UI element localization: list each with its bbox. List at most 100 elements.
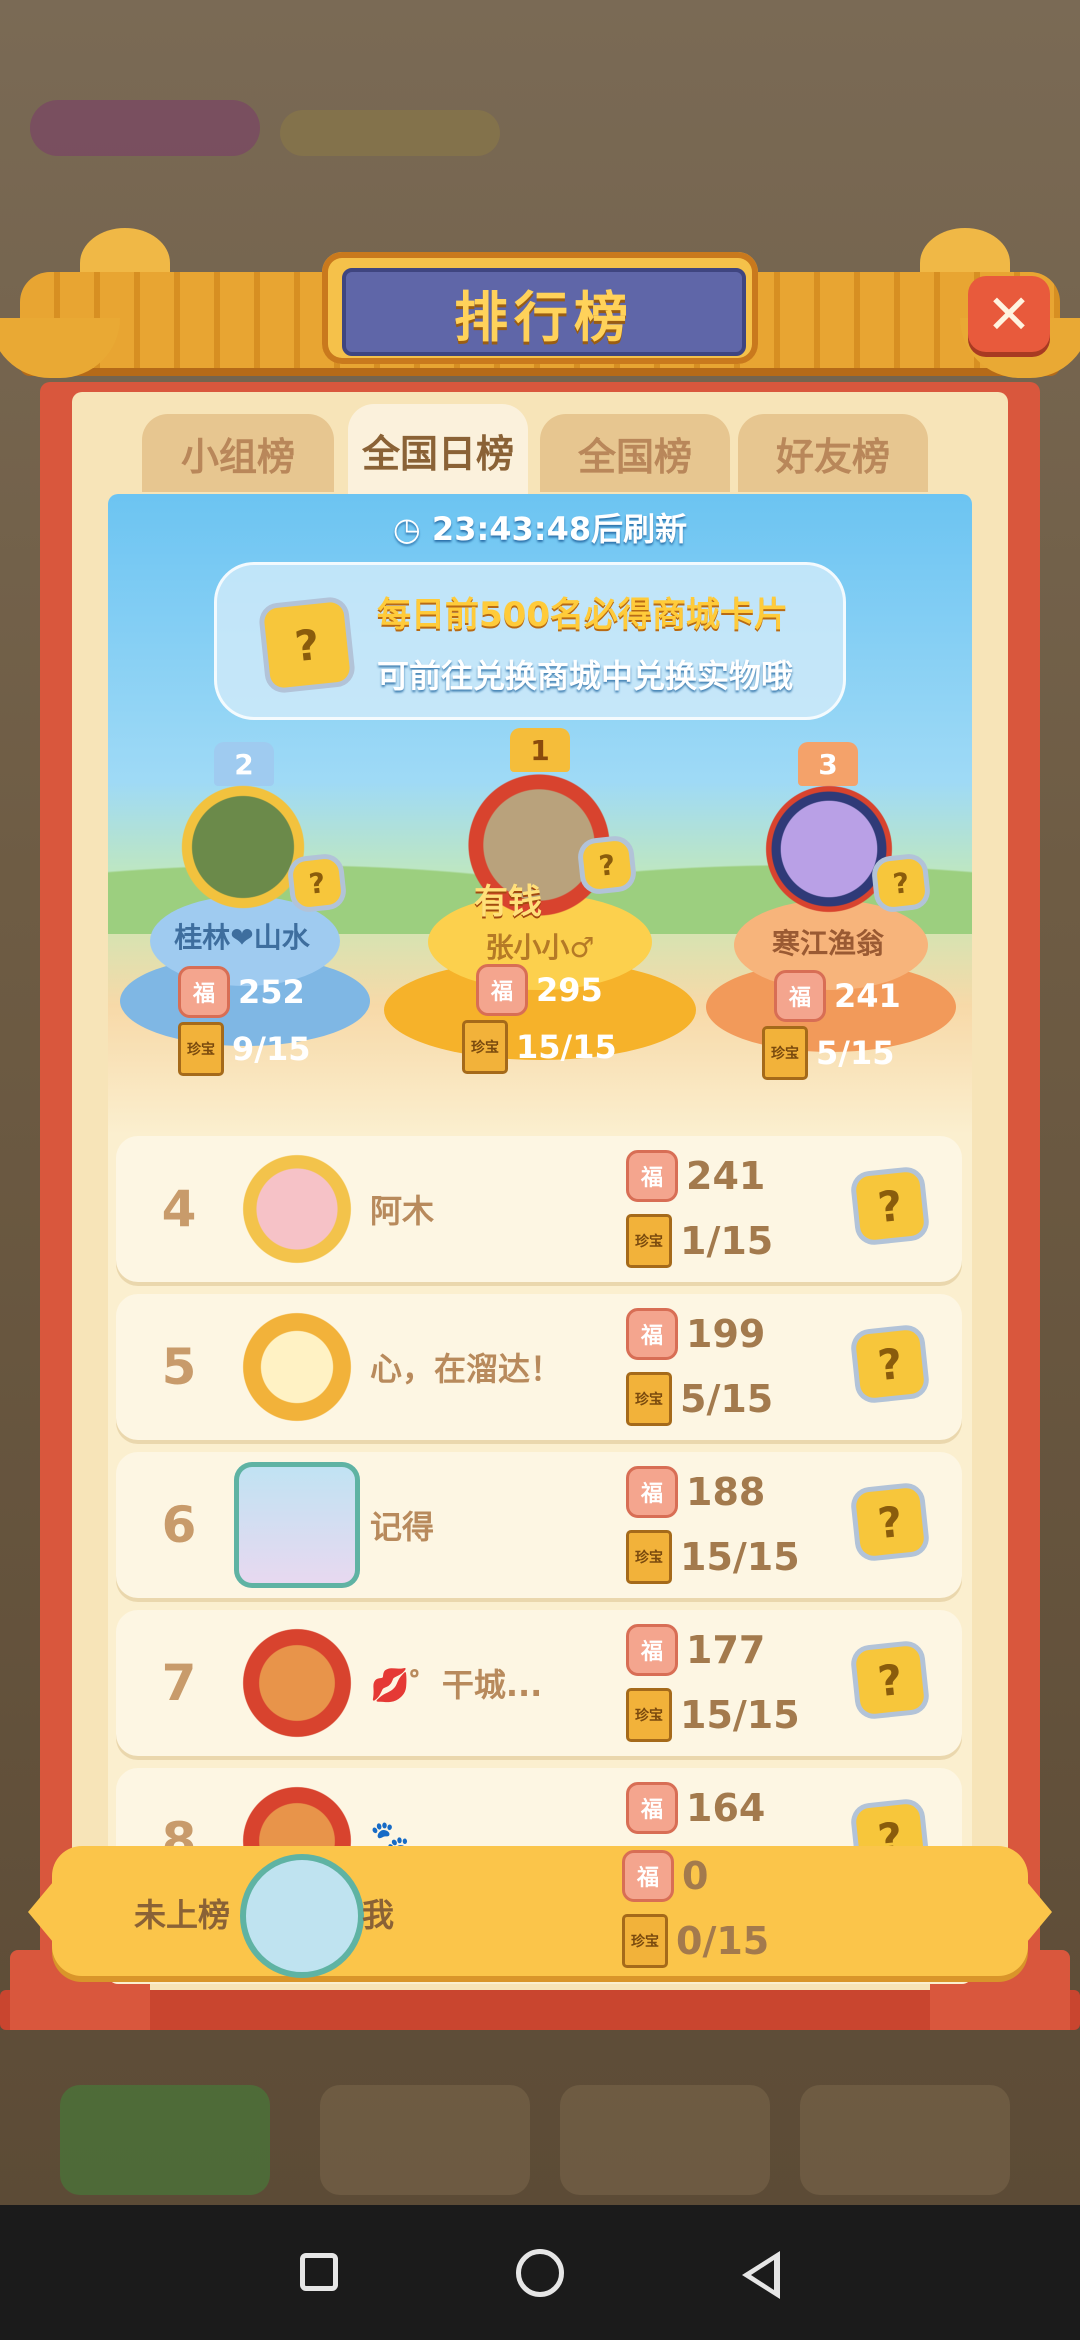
clock-icon: ◷ bbox=[392, 510, 432, 548]
fu-icon: 福 bbox=[626, 1624, 678, 1676]
notice-line-2: 可前往兑换商城中兑换实物哦 bbox=[377, 657, 794, 695]
rank-number: 5 bbox=[161, 1338, 197, 1396]
tab-label: 小组榜 bbox=[180, 434, 295, 479]
table-row[interactable]: 4 阿木 福 241 珍宝 1/15 ? bbox=[116, 1136, 962, 1282]
tab-label: 好友榜 bbox=[775, 434, 890, 479]
reward-notice: ? 每日前500名必得商城卡片 可前往兑换商城中兑换实物哦 bbox=[214, 562, 846, 720]
tab-label: 全国日榜 bbox=[361, 431, 514, 476]
card-progress: 珍宝 5/15 bbox=[762, 1026, 894, 1080]
close-icon: ✕ bbox=[986, 282, 1032, 346]
fu-score: 福 177 bbox=[626, 1624, 765, 1676]
podium-first[interactable]: 1 ? 有钱 张小小♂ 福 295 珍宝 15/15 bbox=[384, 714, 696, 1134]
rank-number: 6 bbox=[161, 1496, 197, 1554]
fu-icon: 福 bbox=[626, 1150, 678, 1202]
book-icon: 珍宝 bbox=[626, 1530, 672, 1584]
puzzle-card-icon[interactable]: ? bbox=[854, 1644, 926, 1716]
card-progress: 珍宝 15/15 bbox=[626, 1530, 800, 1584]
tab-national-daily[interactable]: 全国日榜 bbox=[348, 404, 528, 496]
book-icon: 珍宝 bbox=[626, 1214, 672, 1268]
system-nav-bar bbox=[0, 2205, 1080, 2340]
leaderboard-content[interactable]: ◷ 23:43:48后刷新 ? 每日前500名必得商城卡片 可前往兑换商城中兑换… bbox=[108, 494, 972, 1984]
fu-score: 福0 bbox=[622, 1850, 708, 1902]
podium-third[interactable]: 3 ? 寒江渔翁 福 241 珍宝 5/15 bbox=[698, 734, 972, 1134]
recents-button[interactable] bbox=[300, 2253, 338, 2291]
tab-group[interactable]: 小组榜 bbox=[142, 414, 334, 492]
card-progress: 珍宝 15/15 bbox=[462, 1020, 617, 1074]
fu-value: 177 bbox=[686, 1628, 766, 1672]
arrow-left-decoration bbox=[28, 1876, 58, 1948]
puzzle-card-icon[interactable]: ? bbox=[854, 1328, 926, 1400]
refresh-time: 23:43:48 bbox=[431, 510, 592, 548]
home-button[interactable] bbox=[516, 2249, 564, 2297]
fu-score: 福 199 bbox=[626, 1308, 765, 1360]
bg-bottom-button bbox=[60, 2085, 270, 2195]
book-icon: 珍宝 bbox=[622, 1914, 668, 1968]
card-progress: 珍宝 15/15 bbox=[626, 1688, 800, 1742]
table-row[interactable]: 6 记得 福 188 珍宝 15/15 ? bbox=[116, 1452, 962, 1598]
fu-score: 福 188 bbox=[626, 1466, 765, 1518]
tab-national[interactable]: 全国榜 bbox=[540, 414, 730, 492]
fu-icon: 福 bbox=[622, 1850, 674, 1902]
player-name: 寒江渔翁 bbox=[771, 927, 884, 960]
player-name: 阿木 bbox=[370, 1192, 435, 1230]
fu-icon: 福 bbox=[626, 1466, 678, 1518]
fu-score: 福 295 bbox=[476, 964, 603, 1016]
table-row[interactable]: 7 💋゜干城... 福 177 珍宝 15/15 ? bbox=[116, 1610, 962, 1756]
tab-label: 全国榜 bbox=[577, 434, 692, 479]
progress-value: 5/15 bbox=[680, 1377, 774, 1421]
progress-value: 1/15 bbox=[680, 1219, 774, 1263]
podium-second[interactable]: 2 ? 桂林❤山水 福 252 珍宝 9/15 bbox=[108, 734, 388, 1134]
rich-badge: 有钱 bbox=[474, 882, 542, 922]
player-name: 心，在溜达！ bbox=[370, 1350, 563, 1388]
book-icon: 珍宝 bbox=[626, 1688, 672, 1742]
rank-number: 4 bbox=[161, 1180, 197, 1238]
notice-line-1: 每日前500名必得商城卡片 bbox=[377, 595, 788, 635]
avatar bbox=[234, 1462, 360, 1588]
player-name: 💋゜干城... bbox=[370, 1666, 543, 1704]
fu-value: 252 bbox=[238, 973, 305, 1011]
base-bar bbox=[0, 1990, 1080, 2030]
bg-status-pill bbox=[280, 110, 500, 156]
crown-icon: 2 bbox=[214, 742, 274, 786]
fu-value: 188 bbox=[686, 1470, 766, 1514]
my-rank-bar[interactable]: 未上榜 我 福0 珍宝 0/15 bbox=[28, 1846, 1052, 1978]
book-icon: 珍宝 bbox=[178, 1022, 224, 1076]
card-progress: 珍宝 1/15 bbox=[626, 1214, 773, 1268]
progress-value: 15/15 bbox=[516, 1028, 617, 1066]
fu-score: 福 164 bbox=[626, 1782, 765, 1834]
fu-value: 241 bbox=[834, 977, 901, 1015]
player-name: 记得 bbox=[370, 1508, 435, 1546]
avatar bbox=[240, 1854, 364, 1978]
card-progress: 珍宝 5/15 bbox=[626, 1372, 773, 1426]
player-name: 张小小♂ bbox=[485, 931, 595, 964]
my-name: 我 bbox=[362, 1896, 395, 1934]
puzzle-card-icon: ? bbox=[263, 601, 351, 689]
crown-icon: 3 bbox=[798, 742, 858, 786]
progress-value: 5/15 bbox=[816, 1034, 895, 1072]
bg-bottom-button bbox=[320, 2085, 530, 2195]
fu-value: 164 bbox=[686, 1786, 766, 1830]
title-plaque: 排行榜 bbox=[322, 252, 758, 364]
progress-value: 0/15 bbox=[676, 1919, 770, 1963]
book-icon: 珍宝 bbox=[626, 1372, 672, 1426]
progress-value: 9/15 bbox=[232, 1030, 311, 1068]
crown-icon: 1 bbox=[510, 728, 570, 772]
avatar bbox=[178, 782, 308, 912]
progress-value: 15/15 bbox=[680, 1693, 800, 1737]
bg-status-pill bbox=[30, 100, 260, 156]
puzzle-card-icon[interactable]: ? bbox=[854, 1486, 926, 1558]
my-rank-status: 未上榜 bbox=[134, 1896, 231, 1934]
puzzle-card-icon[interactable]: ? bbox=[854, 1170, 926, 1242]
close-button[interactable]: ✕ bbox=[968, 276, 1050, 352]
refresh-suffix: 后刷新 bbox=[591, 510, 688, 548]
book-icon: 珍宝 bbox=[462, 1020, 508, 1074]
fu-score: 福 241 bbox=[626, 1150, 765, 1202]
card-progress: 珍宝 9/15 bbox=[178, 1022, 310, 1076]
arrow-right-decoration bbox=[1022, 1876, 1052, 1948]
bg-bottom-button bbox=[560, 2085, 770, 2195]
table-row[interactable]: 5 心，在溜达！ 福 199 珍宝 5/15 ? bbox=[116, 1294, 962, 1440]
player-name: 桂林❤山水 bbox=[174, 921, 310, 954]
fu-value: 241 bbox=[686, 1154, 766, 1198]
tab-friends[interactable]: 好友榜 bbox=[738, 414, 928, 492]
avatar bbox=[234, 1620, 360, 1746]
